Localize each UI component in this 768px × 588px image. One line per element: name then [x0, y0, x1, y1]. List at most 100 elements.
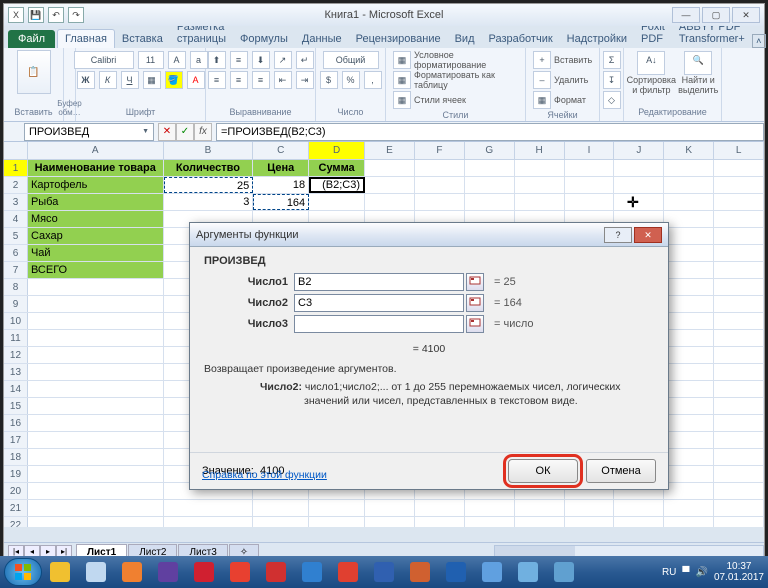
ribbon-tab[interactable]: Рецензирование	[349, 30, 448, 48]
enter-formula-icon[interactable]: ✓	[176, 123, 194, 141]
cancel-formula-icon[interactable]: ✕	[158, 123, 176, 141]
col-header-C[interactable]: C	[253, 142, 309, 159]
row-header[interactable]: 20	[4, 483, 28, 499]
fill-icon[interactable]: ↧	[603, 71, 621, 89]
autosum-icon[interactable]: Σ	[603, 51, 621, 69]
cell[interactable]: (В2;С3)	[309, 177, 365, 193]
tray-clock[interactable]: 10:37 07.01.2017	[714, 561, 764, 583]
wrap-text-icon[interactable]: ↵	[296, 51, 314, 69]
taskbar-app-icon[interactable]	[79, 559, 113, 585]
range-picker-icon[interactable]	[466, 273, 484, 291]
tray-lang[interactable]: RU	[662, 567, 676, 578]
arg-input[interactable]	[294, 273, 464, 291]
ribbon-tab[interactable]: Формулы	[233, 30, 295, 48]
insert-cells-icon[interactable]: +	[533, 51, 551, 69]
tray-sound-icon[interactable]: 🔊	[695, 567, 707, 578]
ribbon-tab[interactable]: Вид	[448, 30, 482, 48]
fx-icon[interactable]: fx	[194, 123, 212, 141]
font-color-button[interactable]: A	[187, 71, 205, 89]
maximize-button[interactable]: ▢	[702, 7, 730, 23]
row-header[interactable]: 7	[4, 262, 28, 278]
bold-button[interactable]: Ж	[77, 71, 95, 89]
cell[interactable]: Сахар	[28, 228, 164, 244]
redo-icon[interactable]: ↷	[68, 7, 84, 23]
taskbar-app-icon[interactable]	[367, 559, 401, 585]
row-header[interactable]: 2	[4, 177, 28, 193]
cell[interactable]: Картофель	[28, 177, 164, 193]
chevron-down-icon[interactable]: ▼	[142, 128, 149, 135]
dialog-close-button[interactable]: ✕	[634, 227, 662, 243]
taskbar-app-icon[interactable]	[331, 559, 365, 585]
decrease-font-icon[interactable]: a	[190, 51, 208, 69]
dialog-help-button[interactable]: ?	[604, 227, 632, 243]
insert-cells[interactable]: Вставить	[554, 55, 592, 65]
number-format-select[interactable]: Общий	[323, 51, 379, 69]
select-all-corner[interactable]	[4, 142, 28, 159]
ribbon-tab[interactable]: Разработчик	[482, 30, 560, 48]
col-header-K[interactable]: K	[664, 142, 714, 159]
col-header-A[interactable]: A	[28, 142, 164, 159]
ribbon-minimize-icon[interactable]: ˄	[752, 34, 766, 48]
align-right-icon[interactable]: ≡	[252, 71, 270, 89]
taskbar-app-icon[interactable]	[511, 559, 545, 585]
sort-filter-button[interactable]: A↓	[637, 51, 665, 75]
increase-indent-icon[interactable]: ⇥	[296, 71, 314, 89]
format-cells[interactable]: Формат	[554, 95, 586, 105]
increase-font-icon[interactable]: A	[168, 51, 186, 69]
arg-input[interactable]	[294, 294, 464, 312]
row-header[interactable]: 11	[4, 330, 28, 346]
row-header[interactable]: 4	[4, 211, 28, 227]
col-header-G[interactable]: G	[465, 142, 515, 159]
percent-icon[interactable]: %	[342, 71, 360, 89]
align-left-icon[interactable]: ≡	[208, 71, 226, 89]
formula-input[interactable]: =ПРОИЗВЕД(B2;C3)	[216, 123, 764, 141]
taskbar-app-icon[interactable]	[295, 559, 329, 585]
row-header[interactable]: 6	[4, 245, 28, 261]
cell[interactable]: 164	[253, 194, 309, 210]
col-header-B[interactable]: B	[164, 142, 254, 159]
taskbar-app-icon[interactable]	[403, 559, 437, 585]
cancel-button[interactable]: Отмена	[586, 459, 656, 483]
col-header-I[interactable]: I	[565, 142, 615, 159]
align-center-icon[interactable]: ≡	[230, 71, 248, 89]
table-format-icon[interactable]: ▦	[393, 71, 411, 89]
taskbar-app-icon[interactable]	[475, 559, 509, 585]
currency-icon[interactable]: $	[320, 71, 338, 89]
ribbon-tab[interactable]: Главная	[57, 29, 115, 48]
cell-styles-icon[interactable]: ▦	[393, 91, 411, 109]
col-header-D[interactable]: D	[309, 142, 365, 159]
align-top-icon[interactable]: ⬆	[208, 51, 226, 69]
fill-color-button[interactable]: 🪣	[165, 71, 183, 89]
row-header[interactable]: 17	[4, 432, 28, 448]
clear-icon[interactable]: ◇	[603, 91, 621, 109]
row-header[interactable]: 12	[4, 347, 28, 363]
taskbar-app-icon[interactable]	[259, 559, 293, 585]
cell[interactable]: Рыба	[28, 194, 164, 210]
save-icon[interactable]: 💾	[28, 7, 44, 23]
underline-button[interactable]: Ч	[121, 71, 139, 89]
row-header[interactable]: 15	[4, 398, 28, 414]
row-header[interactable]: 9	[4, 296, 28, 312]
format-as-table[interactable]: Форматировать как таблицу	[414, 70, 519, 90]
file-tab[interactable]: Файл	[8, 30, 55, 48]
align-middle-icon[interactable]: ≡	[230, 51, 248, 69]
cell[interactable]: ВСЕГО	[28, 262, 164, 278]
orientation-icon[interactable]: ↗	[274, 51, 292, 69]
cell[interactable]: Чай	[28, 245, 164, 261]
start-button[interactable]	[4, 558, 42, 586]
row-header[interactable]: 8	[4, 279, 28, 295]
col-header-L[interactable]: L	[714, 142, 764, 159]
range-picker-icon[interactable]	[466, 315, 484, 333]
ribbon-tab[interactable]: Надстройки	[560, 30, 634, 48]
delete-cells-icon[interactable]: –	[533, 71, 551, 89]
comma-icon[interactable]: ,	[364, 71, 382, 89]
ok-button[interactable]: ОК	[508, 459, 578, 483]
row-header[interactable]: 14	[4, 381, 28, 397]
row-header[interactable]: 1	[4, 160, 28, 176]
row-header[interactable]: 18	[4, 449, 28, 465]
row-header[interactable]: 10	[4, 313, 28, 329]
cell[interactable]: Цена	[253, 160, 309, 176]
row-header[interactable]: 21	[4, 500, 28, 516]
arg-input[interactable]	[294, 315, 464, 333]
cell[interactable]: Сумма	[309, 160, 365, 176]
